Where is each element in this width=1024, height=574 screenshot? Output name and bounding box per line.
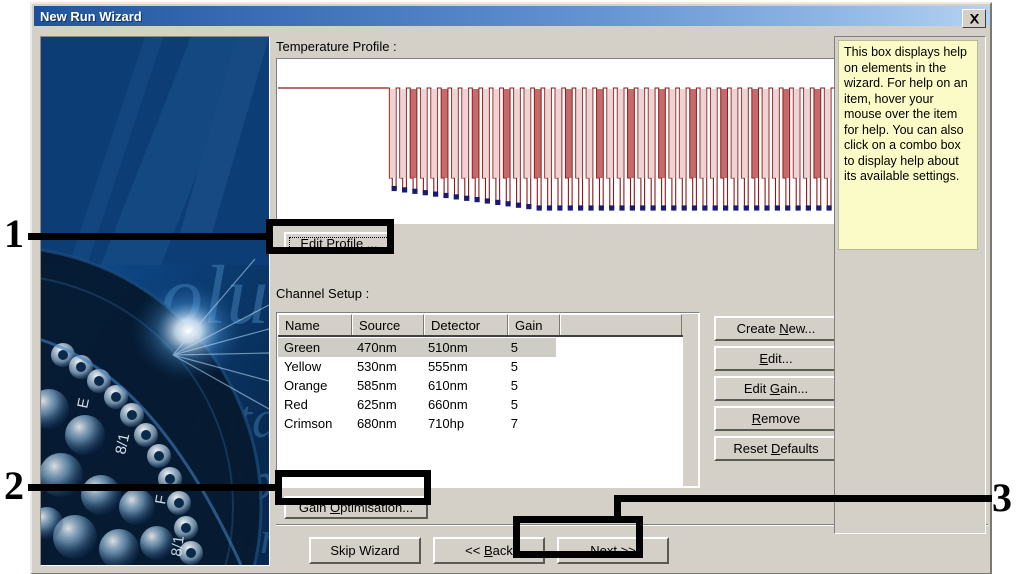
channel-setup-label: Channel Setup : — [276, 286, 370, 301]
help-panel: This box displays help on elements in th… — [834, 36, 986, 534]
close-icon[interactable] — [962, 9, 986, 28]
cell-detector: 510nm — [427, 340, 468, 355]
edit-label: Edit... — [759, 351, 793, 366]
channel-table-header: Name Source Detector Gain — [278, 314, 698, 337]
temperature-profile-chart[interactable] — [276, 58, 858, 224]
table-row[interactable]: Red 625nm 660nm 5 — [278, 395, 556, 414]
table-row[interactable]: Crimson 680nm 710hp 7 — [278, 414, 556, 433]
skip-wizard-button[interactable]: Skip Wizard — [309, 537, 421, 564]
annotation-leader-1 — [28, 233, 268, 240]
cell-detector: 610nm — [427, 378, 468, 393]
cell-source: 680nm — [356, 416, 397, 431]
annotation-box-3 — [513, 516, 643, 558]
channel-setup-table[interactable]: Name Source Detector Gain Green 470nm 510n… — [276, 312, 700, 488]
cell-gain: 7 — [510, 416, 518, 431]
column-header-gain[interactable]: Gain — [508, 314, 560, 335]
remove-button[interactable]: Remove — [714, 406, 838, 431]
table-scrollbar[interactable] — [683, 314, 698, 486]
create-new-button[interactable]: Create New... — [714, 316, 838, 341]
cell-gain: 5 — [510, 340, 518, 355]
cell-name: Red — [284, 397, 308, 412]
column-header-blank[interactable] — [560, 314, 682, 335]
cell-name: Yellow — [284, 359, 322, 374]
edit-gain-button[interactable]: Edit Gain... — [714, 376, 838, 401]
temperature-profile-plot — [278, 60, 856, 222]
annotation-number-2: 2 — [4, 463, 24, 508]
annotation-box-2 — [275, 470, 431, 505]
temperature-profile-trace — [278, 87, 854, 211]
cell-detector: 660nm — [427, 397, 468, 412]
svg-text:8/1: 8/1 — [168, 535, 188, 558]
screenshot-root: New Run Wizard E 8/1 F 8/1 Temperature P… — [0, 0, 1024, 574]
title-bar[interactable]: New Run Wizard — [34, 6, 990, 28]
reset-defaults-button[interactable]: Reset Defaults — [714, 436, 838, 461]
remove-label: Remove — [751, 411, 801, 426]
cell-name: Crimson — [284, 416, 333, 431]
annotation-leader-3 — [614, 495, 992, 502]
column-header-detector[interactable]: Detector — [424, 314, 508, 335]
close-glyph — [969, 13, 979, 23]
back-label: << Back — [465, 543, 513, 558]
annotation-number-3: 3 — [992, 475, 1012, 520]
cell-detector: 710hp — [427, 416, 465, 431]
channel-table-body: Name Source Detector Gain Green 470nm 510n… — [278, 314, 698, 486]
cell-source: 625nm — [356, 397, 397, 412]
annotation-box-1 — [266, 219, 394, 254]
edit-button[interactable]: Edit... — [714, 346, 838, 371]
create-new-label: Create New... — [736, 321, 816, 336]
window-title: New Run Wizard — [40, 8, 142, 24]
cell-gain: 5 — [510, 378, 518, 393]
annotation-leader-2 — [28, 484, 280, 491]
cell-name: Green — [284, 340, 321, 355]
column-header-name[interactable]: Name — [278, 314, 352, 335]
cell-source: 585nm — [356, 378, 397, 393]
skip-wizard-label: Skip Wizard — [330, 543, 400, 558]
help-text: This box displays help on elements in th… — [838, 40, 978, 250]
cell-detector: 555nm — [427, 359, 468, 374]
temperature-profile-label: Temperature Profile : — [276, 39, 397, 54]
cell-source: 470nm — [356, 340, 397, 355]
reset-defaults-label: Reset Defaults — [733, 441, 819, 456]
cell-gain: 5 — [510, 359, 518, 374]
annotation-number-1: 1 — [4, 211, 24, 256]
table-row[interactable]: Yellow 530nm 555nm 5 — [278, 357, 556, 376]
table-row[interactable]: Green 470nm 510nm 5 — [278, 338, 556, 357]
cell-source: 530nm — [356, 359, 397, 374]
edit-gain-label: Edit Gain... — [743, 381, 809, 396]
table-row[interactable]: Orange 585nm 610nm 5 — [278, 376, 556, 395]
cell-name: Orange — [284, 378, 328, 393]
cell-gain: 5 — [510, 397, 518, 412]
column-header-source[interactable]: Source — [352, 314, 424, 335]
